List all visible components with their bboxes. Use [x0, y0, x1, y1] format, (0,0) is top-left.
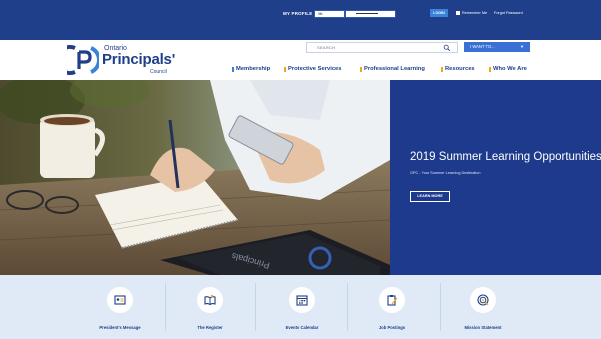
quick-link-icon-wrapper: [470, 287, 496, 313]
my-profile-label: MY PROFILE: [283, 11, 313, 16]
hero-banner: Principals 2019 Summer Learning Opportun…: [0, 80, 601, 275]
calendar-icon: [296, 295, 308, 306]
quick-link-events-calendar[interactable]: Events Calendar: [262, 275, 342, 339]
hero-photo: Principals: [0, 80, 390, 275]
nav-item-membership[interactable]: Membership: [231, 66, 270, 72]
username-field[interactable]: ittb: [314, 10, 345, 18]
search-placeholder: SEARCH: [317, 45, 336, 50]
quick-link-the-register[interactable]: The Register: [170, 275, 250, 339]
quick-link-icon-wrapper: [197, 287, 223, 313]
nav-item-who-we-are[interactable]: Who We Are: [489, 66, 527, 72]
quick-links-bar: President's Message The Register Events …: [0, 275, 601, 339]
open-book-icon: [204, 294, 216, 306]
hero-panel: 2019 Summer Learning Opportunities OPC -…: [390, 80, 601, 275]
password-mask: [356, 13, 378, 14]
id-card-icon: [114, 295, 126, 305]
forgot-password-link[interactable]: Forgot Password: [494, 11, 523, 15]
nav-item-resources[interactable]: Resources: [441, 66, 475, 72]
divider: [255, 283, 256, 331]
hero-title[interactable]: 2019 Summer Learning Opportunities: [410, 151, 601, 163]
divider: [440, 283, 441, 331]
i-want-to-label: I WANT TO...: [470, 44, 495, 49]
remember-me-checkbox[interactable]: [456, 11, 460, 15]
nav-item-protective-services[interactable]: Protective Services: [284, 66, 342, 72]
quick-link-mission-statement[interactable]: Mission Statement: [443, 275, 523, 339]
quick-link-label: The Register: [197, 325, 223, 330]
quick-link-label: Events Calendar: [285, 325, 319, 330]
quick-link-label: President's Message: [99, 325, 141, 330]
quick-link-icon-wrapper: [289, 287, 315, 313]
divider: [165, 283, 166, 331]
quick-link-icon-wrapper: [107, 287, 133, 313]
hero-subtitle: OPC - Your Summer Learning Destination: [410, 171, 481, 175]
i-want-to-dropdown[interactable]: I WANT TO... ▼: [464, 42, 530, 52]
quick-link-label: Job Postings: [378, 325, 406, 330]
target-icon: [477, 294, 489, 306]
quick-link-icon-wrapper: [379, 287, 405, 313]
logo-text-council: Council: [150, 69, 167, 75]
password-field[interactable]: [345, 10, 396, 18]
quick-link-job-postings[interactable]: Job Postings: [352, 275, 432, 339]
clipboard-pen-icon: [387, 295, 398, 306]
chevron-down-icon: ▼: [520, 44, 524, 49]
remember-me-label[interactable]: Remember Me: [462, 11, 487, 15]
quick-link-presidents-message[interactable]: President's Message: [80, 275, 160, 339]
search-field[interactable]: SEARCH: [306, 42, 458, 53]
search-icon[interactable]: [443, 44, 451, 52]
logo-text-principals: Principals': [102, 51, 176, 68]
learn-more-button[interactable]: LEARN MORE: [410, 191, 450, 202]
opc-logo-icon[interactable]: [67, 45, 99, 75]
quick-link-label: Mission Statement: [464, 325, 502, 330]
divider: [347, 283, 348, 331]
login-button[interactable]: LOGIN: [430, 9, 448, 17]
nav-item-professional-learning[interactable]: Professional Learning: [360, 66, 425, 72]
top-utility-bar: MY PROFILE ittb LOGIN Remember Me Forgot…: [0, 0, 601, 40]
